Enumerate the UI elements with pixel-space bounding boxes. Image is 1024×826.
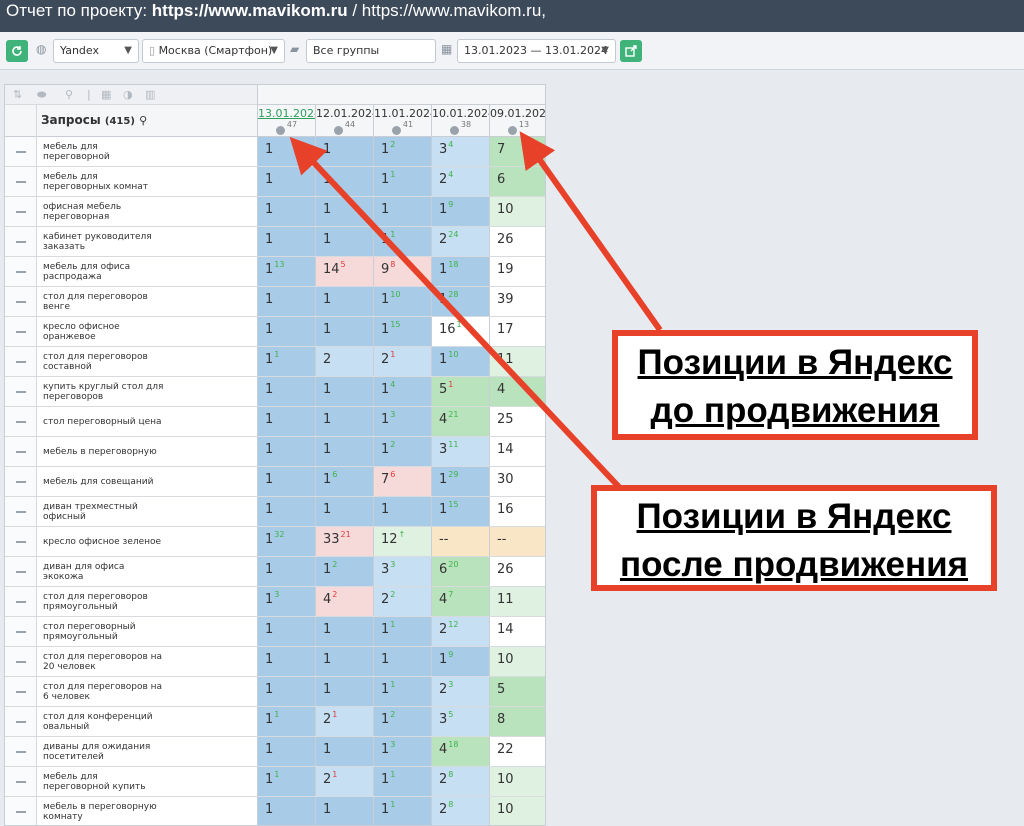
- annotation-before-line2: до продвижения: [650, 391, 940, 430]
- annotation-before-line1: Позиции в Яндекс: [637, 343, 953, 382]
- annotation-before: Позиции в Яндекс до продвижения: [612, 330, 978, 440]
- annotation-after: Позиции в Яндекс после продвижения: [591, 485, 997, 591]
- annotation-after-line1: Позиции в Яндекс: [636, 497, 952, 536]
- annotation-after-line2: после продвижения: [619, 545, 969, 584]
- arrow-before: [519, 131, 663, 332]
